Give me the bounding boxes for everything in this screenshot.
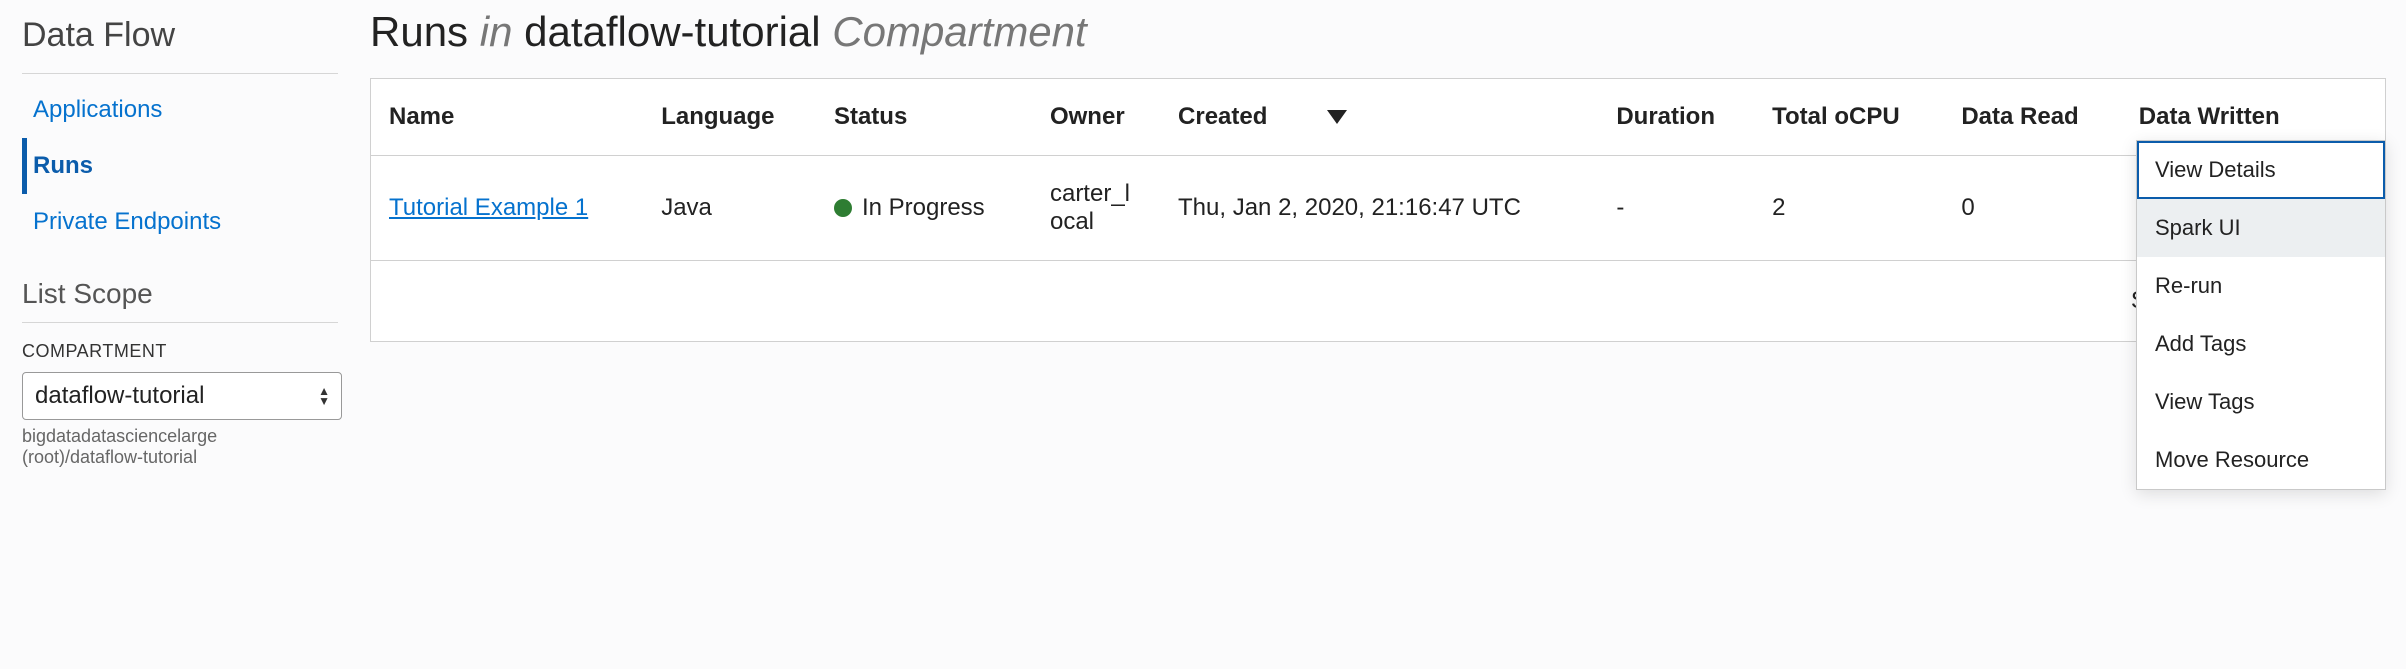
status-dot-icon	[834, 199, 852, 217]
ctx-view-tags[interactable]: View Tags	[2137, 373, 2385, 431]
list-scope-heading: List Scope	[22, 258, 338, 322]
col-name[interactable]: Name	[371, 79, 644, 156]
nav-runs[interactable]: Runs	[22, 138, 338, 194]
col-total-ocpu[interactable]: Total oCPU	[1754, 79, 1943, 156]
cell-duration: -	[1598, 156, 1754, 261]
page-title: Runs in dataflow-tutorial Compartment	[370, 0, 2386, 78]
sidebar: Data Flow Applications Runs Private Endp…	[0, 0, 360, 669]
ctx-view-details[interactable]: View Details	[2137, 141, 2385, 199]
cell-owner: carter_local	[1032, 156, 1160, 261]
cell-status: In Progress	[834, 194, 1014, 222]
col-status[interactable]: Status	[816, 79, 1032, 156]
page-title-prefix: Runs	[370, 8, 468, 55]
sort-desc-icon	[1327, 110, 1347, 124]
main-content: Runs in dataflow-tutorial Compartment Na…	[360, 0, 2406, 669]
run-name-link[interactable]: Tutorial Example 1	[389, 194, 588, 221]
divider	[22, 73, 338, 74]
status-text: In Progress	[862, 194, 985, 222]
cell-data-read: 0	[1943, 156, 2120, 261]
pagination-row: Showing 1 〈 〉	[371, 261, 2386, 342]
ctx-move-resource[interactable]: Move Resource	[2137, 431, 2385, 489]
sidebar-title: Data Flow	[22, 16, 338, 73]
ctx-add-tags[interactable]: Add Tags	[2137, 315, 2385, 373]
cell-total-ocpu: 2	[1754, 156, 1943, 261]
page-title-compartment: dataflow-tutorial	[524, 8, 820, 55]
page-title-suffix: Compartment	[832, 8, 1086, 55]
table-header-row: Name Language Status Owner Created Durat…	[371, 79, 2386, 156]
compartment-select-value: dataflow-tutorial	[35, 382, 204, 410]
ctx-spark-ui[interactable]: Spark UI	[2137, 199, 2385, 257]
divider	[22, 322, 338, 323]
table-row: Tutorial Example 1 Java In Progress cart…	[371, 156, 2386, 261]
compartment-path: bigdatadatasciencelarge (root)/dataflow-…	[22, 420, 338, 468]
compartment-label: COMPARTMENT	[22, 331, 338, 372]
col-owner[interactable]: Owner	[1032, 79, 1160, 156]
col-data-read[interactable]: Data Read	[1943, 79, 2120, 156]
ctx-re-run[interactable]: Re-run	[2137, 257, 2385, 315]
page-title-in: in	[480, 8, 513, 55]
nav-applications[interactable]: Applications	[22, 82, 338, 138]
nav-private-endpoints[interactable]: Private Endpoints	[22, 194, 338, 250]
col-created[interactable]: Created	[1160, 79, 1598, 156]
cell-created: Thu, Jan 2, 2020, 21:16:47 UTC	[1160, 156, 1598, 261]
row-context-menu: View Details Spark UI Re-run Add Tags Vi…	[2136, 140, 2386, 490]
col-language[interactable]: Language	[643, 79, 816, 156]
compartment-select[interactable]: dataflow-tutorial ▲▼	[22, 372, 342, 420]
runs-table: Name Language Status Owner Created Durat…	[370, 78, 2386, 342]
col-created-label: Created	[1178, 103, 1267, 131]
col-duration[interactable]: Duration	[1598, 79, 1754, 156]
cell-language: Java	[643, 156, 816, 261]
